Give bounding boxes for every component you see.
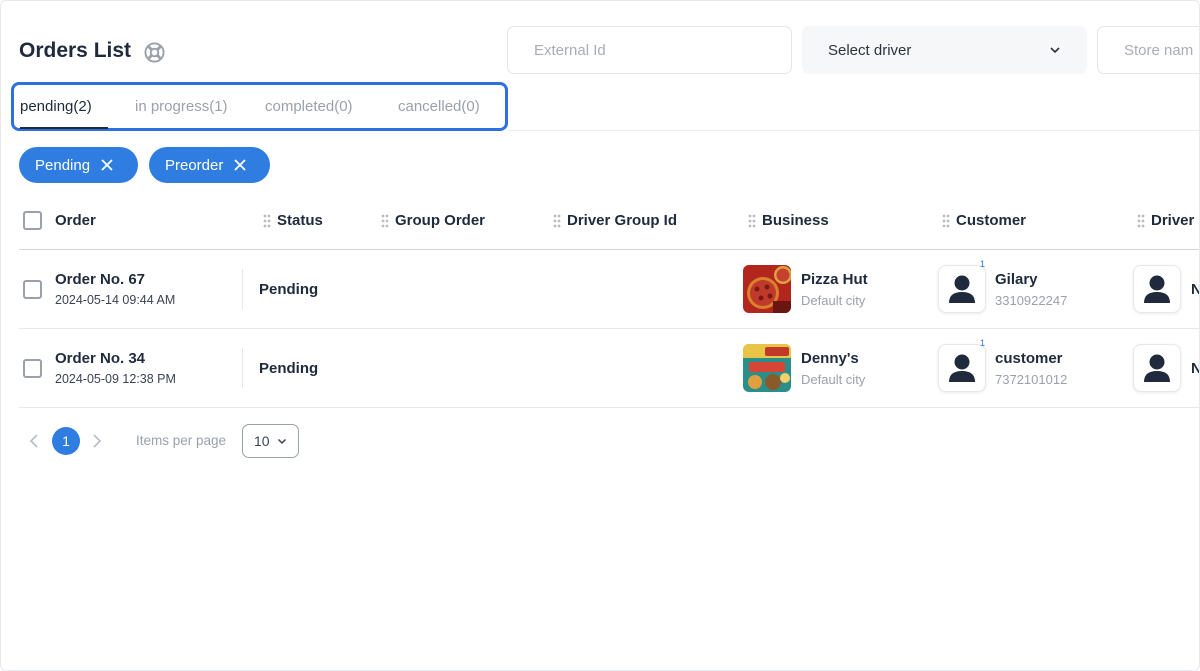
business-name: Denny's xyxy=(801,350,859,367)
items-per-page-label: Items per page xyxy=(136,433,227,448)
orders-page: Orders List External Id Select driver St… xyxy=(0,0,1200,671)
chip-preorder[interactable]: Preorder xyxy=(149,147,270,183)
row-checkbox[interactable] xyxy=(23,359,42,378)
chevron-right-icon[interactable] xyxy=(91,433,103,449)
external-id-placeholder: External Id xyxy=(534,41,606,59)
drag-handle-icon[interactable] xyxy=(1137,213,1145,229)
chip-label: Pending xyxy=(35,156,91,174)
column-header-business[interactable]: Business xyxy=(762,212,829,229)
status-text: Pending xyxy=(259,360,319,377)
business-city: Default city xyxy=(801,293,866,308)
customer-phone: 7372101012 xyxy=(995,372,1068,387)
table-header-divider xyxy=(19,249,1199,250)
customer-badge: 1 xyxy=(980,338,986,348)
page-button-current[interactable]: 1 xyxy=(52,427,80,455)
chevron-left-icon[interactable] xyxy=(28,433,40,449)
store-name-input[interactable]: Store nam xyxy=(1097,26,1199,74)
items-per-page-select[interactable]: 10 xyxy=(242,424,299,458)
column-header-status[interactable]: Status xyxy=(277,212,323,229)
row-divider xyxy=(19,407,1199,408)
business-logo xyxy=(743,344,791,392)
drag-handle-icon[interactable] xyxy=(748,213,756,229)
external-id-input[interactable]: External Id xyxy=(507,26,792,74)
row-divider xyxy=(19,328,1199,329)
customer-name: customer xyxy=(995,350,1063,367)
tab-completed[interactable]: completed(0) xyxy=(265,98,353,115)
lifebuoy-icon[interactable] xyxy=(144,42,165,63)
select-all-checkbox[interactable] xyxy=(23,211,42,230)
drag-handle-icon[interactable] xyxy=(381,213,389,229)
active-tab-indicator xyxy=(20,127,108,129)
close-icon[interactable] xyxy=(99,157,115,173)
customer-avatar[interactable] xyxy=(938,265,986,313)
driver-select[interactable]: Select driver xyxy=(802,26,1087,74)
user-icon xyxy=(1144,275,1170,303)
order-date: 2024-05-09 12:38 PM xyxy=(55,372,176,386)
column-header-customer[interactable]: Customer xyxy=(956,212,1026,229)
status-tabs: pending(2) in progress(1) completed(0) c… xyxy=(11,82,508,131)
user-icon xyxy=(1144,354,1170,382)
driver-name: N xyxy=(1191,281,1199,298)
chevron-down-icon xyxy=(277,438,286,444)
driver-avatar[interactable] xyxy=(1133,344,1181,392)
driver-select-label: Select driver xyxy=(828,41,912,59)
chip-label: Preorder xyxy=(165,156,224,174)
column-header-order[interactable]: Order xyxy=(55,212,96,229)
column-header-driver[interactable]: Driver xyxy=(1151,212,1194,229)
customer-name: Gilary xyxy=(995,271,1038,288)
column-header-group-order[interactable]: Group Order xyxy=(395,212,485,229)
customer-badge: 1 xyxy=(980,259,986,269)
drag-handle-icon[interactable] xyxy=(553,213,561,229)
business-logo xyxy=(743,265,791,313)
order-number[interactable]: Order No. 67 xyxy=(55,271,145,288)
page-title: Orders List xyxy=(19,39,132,62)
drag-handle-icon[interactable] xyxy=(942,213,950,229)
order-date: 2024-05-14 09:44 AM xyxy=(55,293,176,307)
business-name: Pizza Hut xyxy=(801,271,868,288)
tab-in-progress[interactable]: in progress(1) xyxy=(135,98,228,115)
column-header-driver-group-id[interactable]: Driver Group Id xyxy=(567,212,677,229)
status-text: Pending xyxy=(259,281,319,298)
chevron-down-icon xyxy=(1050,47,1060,54)
customer-phone: 3310922247 xyxy=(995,293,1068,308)
row-checkbox[interactable] xyxy=(23,280,42,299)
items-per-page-value: 10 xyxy=(254,433,270,449)
customer-avatar[interactable] xyxy=(938,344,986,392)
user-icon xyxy=(949,275,975,303)
tab-pending[interactable]: pending(2) xyxy=(20,98,92,115)
driver-name: N xyxy=(1191,360,1199,377)
cell-divider xyxy=(242,348,243,388)
close-icon[interactable] xyxy=(232,157,248,173)
chip-pending[interactable]: Pending xyxy=(19,147,138,183)
tab-cancelled[interactable]: cancelled(0) xyxy=(398,98,480,115)
order-number[interactable]: Order No. 34 xyxy=(55,350,145,367)
cell-divider xyxy=(242,269,243,309)
business-city: Default city xyxy=(801,372,866,387)
tabs-divider xyxy=(508,130,1199,131)
store-name-placeholder: Store nam xyxy=(1124,41,1194,59)
drag-handle-icon[interactable] xyxy=(263,213,271,229)
driver-avatar[interactable] xyxy=(1133,265,1181,313)
user-icon xyxy=(949,354,975,382)
